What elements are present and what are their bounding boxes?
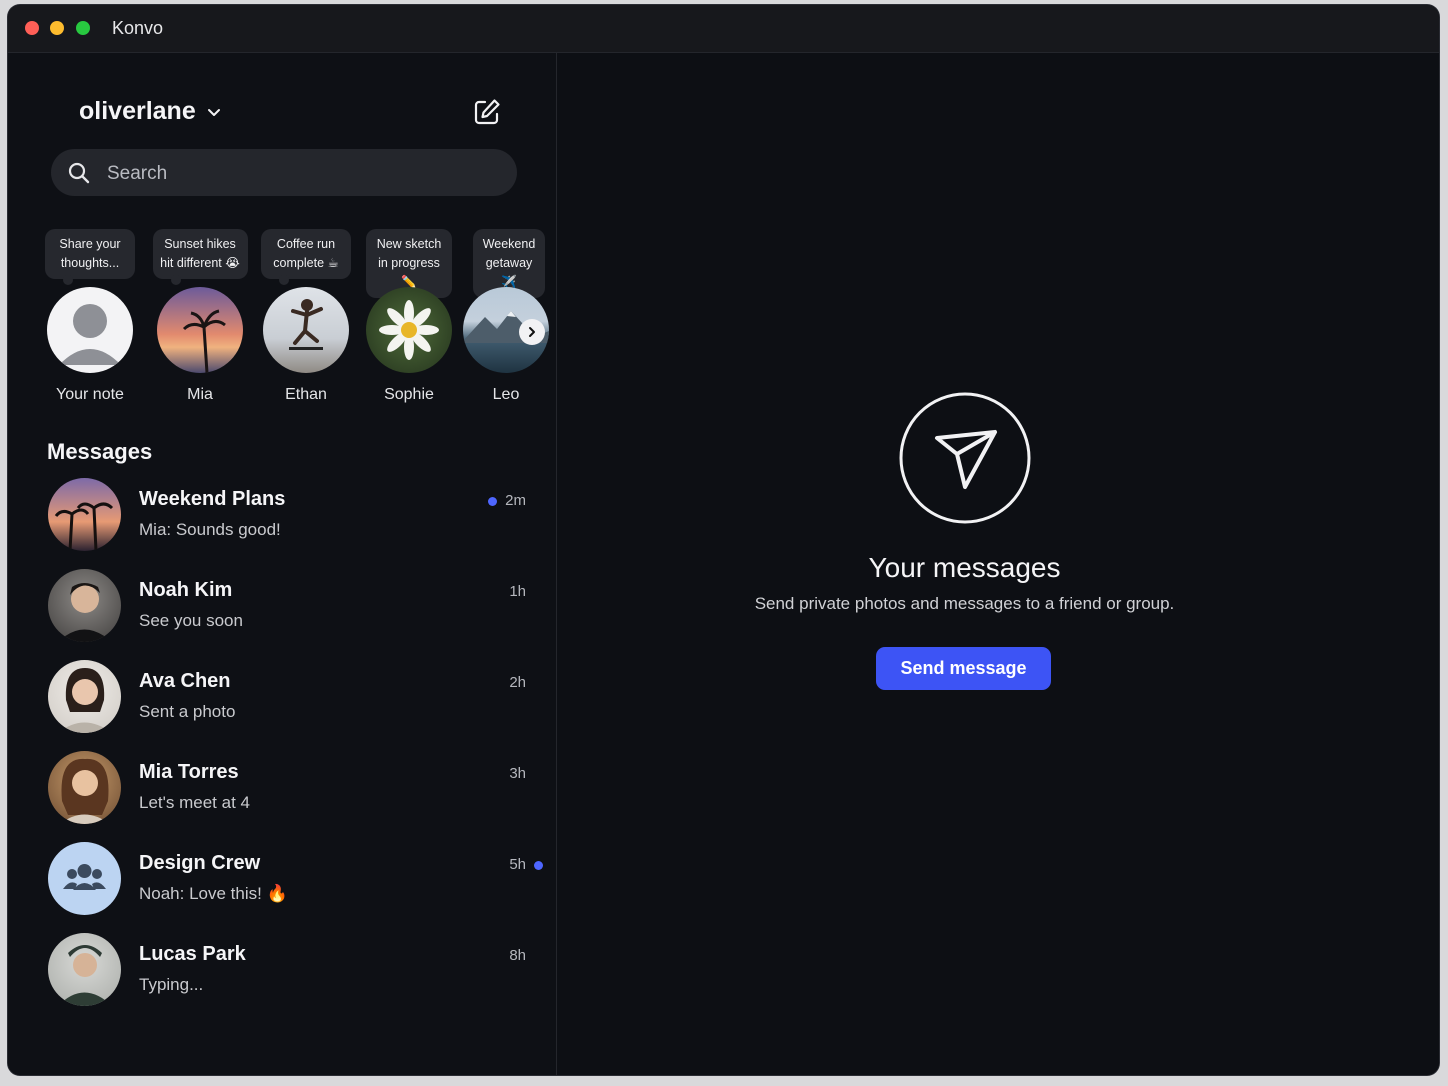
main-panel: Your messages Send private photos and me… xyxy=(557,53,1439,1075)
avatar-noah-kim xyxy=(48,569,121,642)
avatar-mia-torres xyxy=(48,751,121,824)
conversation-name: Design Crew xyxy=(139,852,261,874)
chevron-right-icon[interactable] xyxy=(519,319,545,345)
unread-dot xyxy=(488,497,497,506)
search-icon xyxy=(68,162,90,184)
avatar-lucas-park xyxy=(48,933,121,1006)
conversation-design-crew[interactable]: Design Crew Noah: Love this! 🔥 5h xyxy=(8,842,556,928)
conversation-time: 3h xyxy=(509,765,526,782)
conversation-time: 5h xyxy=(509,856,526,873)
conversation-time: 1h xyxy=(509,583,526,600)
search-bar xyxy=(51,149,517,198)
conversation-preview: See you soon xyxy=(139,611,243,630)
app-window: Konvo oliverlane Share your thoughts... xyxy=(8,5,1439,1075)
note-label: Your note xyxy=(56,386,124,403)
conversation-name: Noah Kim xyxy=(139,579,233,601)
note-leo[interactable]: Weekend getaway ✈️ Leo xyxy=(458,229,554,403)
note-label: Leo xyxy=(492,386,520,403)
note-label: Mia xyxy=(187,386,213,403)
note-mia[interactable]: Sunset hikes hit different 😭 Mia xyxy=(152,229,248,403)
note-label: Ethan xyxy=(285,386,327,403)
conversation-preview: Let's meet at 4 xyxy=(139,793,250,812)
avatar-placeholder-icon xyxy=(47,287,133,373)
conversation-time: 8h xyxy=(509,947,526,964)
send-message-button[interactable]: Send message xyxy=(876,647,1051,690)
unread-dot xyxy=(534,861,543,870)
zoom-window-button[interactable] xyxy=(76,21,90,35)
avatar-palm-trees xyxy=(48,478,121,551)
notes-row: Share your thoughts... Your note Sunset … xyxy=(8,229,556,409)
conversation-preview: Mia: Sounds good! xyxy=(139,520,281,539)
conversation-weekend-plans[interactable]: Weekend Plans Mia: Sounds good! 2m xyxy=(8,478,556,564)
conversation-noah-kim[interactable]: Noah Kim See you soon 1h xyxy=(8,569,556,655)
empty-state-subtitle: Send private photos and messages to a fr… xyxy=(754,594,1175,613)
avatar-skater xyxy=(263,287,349,373)
title-bar: Konvo xyxy=(8,5,1439,53)
avatar-sunset-palm xyxy=(157,287,243,373)
chevron-down-icon xyxy=(207,108,220,116)
account-switcher[interactable]: oliverlane xyxy=(79,97,222,126)
conversation-preview: Noah: Love this! 🔥 xyxy=(139,884,288,903)
note-bubble: Sunset hikes hit different 😭 xyxy=(152,229,248,285)
conversation-ava-chen[interactable]: Ava Chen Sent a photo 2h xyxy=(8,660,556,746)
note-label: Sophie xyxy=(384,386,434,403)
note-your-note[interactable]: Share your thoughts... Your note xyxy=(42,229,138,403)
send-message-icon xyxy=(899,392,1031,524)
avatar-ava-chen xyxy=(48,660,121,733)
compose-icon[interactable] xyxy=(472,97,502,127)
group-icon xyxy=(48,842,121,915)
close-window-button[interactable] xyxy=(25,21,39,35)
conversation-name: Mia Torres xyxy=(139,761,239,783)
conversation-lucas-park[interactable]: Lucas Park Typing... 8h xyxy=(8,933,556,1019)
conversation-preview: Sent a photo xyxy=(139,702,236,721)
messages-heading: Messages xyxy=(47,439,153,464)
conversation-time: 2h xyxy=(509,674,526,691)
sidebar: oliverlane Share your thoughts... Your n… xyxy=(8,53,557,1075)
avatar-daisy xyxy=(366,287,452,373)
app-title: Konvo xyxy=(112,18,164,38)
minimize-window-button[interactable] xyxy=(50,21,64,35)
conversation-name: Lucas Park xyxy=(139,943,246,965)
conversation-mia-torres[interactable]: Mia Torres Let's meet at 4 3h xyxy=(8,751,556,837)
note-bubble: Coffee run complete ☕ xyxy=(261,229,351,285)
note-sophie[interactable]: New sketch in progress ✏️ Sophie xyxy=(361,229,457,403)
search-input[interactable] xyxy=(105,149,499,198)
conversation-preview: Typing... xyxy=(139,975,204,994)
account-name: oliverlane xyxy=(79,97,196,125)
conversation-name: Ava Chen xyxy=(139,670,231,692)
note-ethan[interactable]: Coffee run complete ☕ Ethan xyxy=(258,229,354,403)
note-bubble: Share your thoughts... xyxy=(45,229,135,285)
conversation-time: 2m xyxy=(505,492,526,509)
conversation-name: Weekend Plans xyxy=(139,488,286,510)
empty-state-title: Your messages xyxy=(868,552,1061,583)
